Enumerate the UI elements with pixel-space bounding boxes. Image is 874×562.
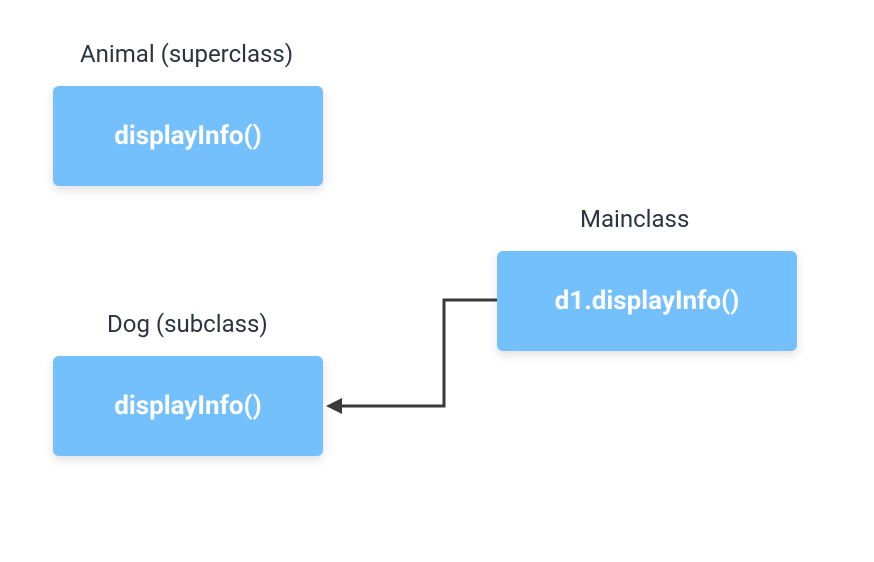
dog-label: Dog (subclass) xyxy=(107,310,268,338)
mainclass-call-text: d1.displayInfo() xyxy=(555,286,740,316)
animal-label: Animal (superclass) xyxy=(80,40,293,68)
arrowhead-icon xyxy=(326,398,342,414)
animal-box: displayInfo() xyxy=(53,86,323,186)
animal-method-text: displayInfo() xyxy=(114,121,262,151)
dog-method-text: displayInfo() xyxy=(114,391,262,421)
mainclass-label: Mainclass xyxy=(580,205,689,233)
arrow-path xyxy=(340,300,497,406)
mainclass-box: d1.displayInfo() xyxy=(497,251,797,351)
dog-box: displayInfo() xyxy=(53,356,323,456)
